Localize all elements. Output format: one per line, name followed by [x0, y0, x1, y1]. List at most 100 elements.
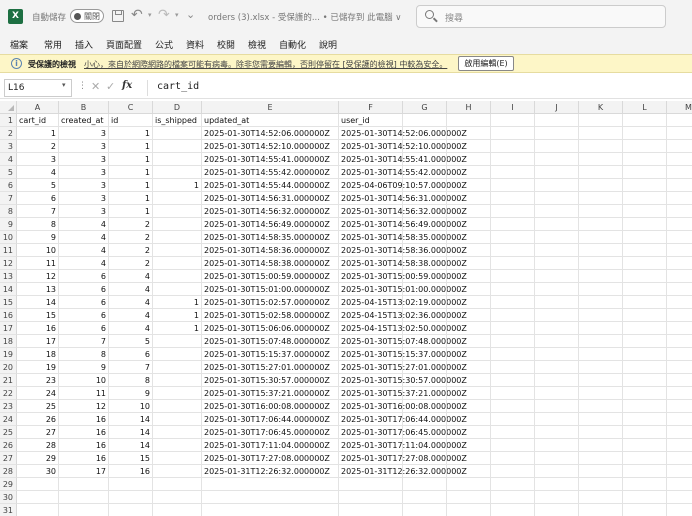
grid-cell[interactable] — [667, 270, 692, 283]
grid-cell[interactable] — [535, 296, 579, 309]
grid-cell[interactable] — [623, 283, 667, 296]
data-cell[interactable]: 2025-01-30T15:00:59.000000Z — [339, 270, 467, 283]
grid-cell[interactable] — [403, 153, 447, 166]
grid-cell[interactable] — [623, 114, 667, 127]
grid-cell[interactable] — [667, 114, 692, 127]
grid-cell[interactable] — [447, 218, 491, 231]
grid-cell[interactable] — [667, 413, 692, 426]
grid-cell[interactable] — [535, 140, 579, 153]
enable-editing-button[interactable]: 啟用編輯(E) — [458, 56, 514, 71]
data-cell[interactable]: 2025-01-30T17:06:44.000000Z — [202, 413, 339, 426]
data-cell[interactable]: 12 — [17, 270, 59, 283]
grid-cell[interactable] — [491, 322, 535, 335]
grid-cell[interactable] — [491, 231, 535, 244]
row-header[interactable]: 5 — [0, 166, 17, 179]
column-header[interactable]: M — [667, 101, 692, 114]
data-cell[interactable] — [153, 452, 202, 465]
data-cell[interactable]: 13 — [17, 283, 59, 296]
grid-cell[interactable] — [447, 478, 491, 491]
grid-cell[interactable] — [535, 348, 579, 361]
grid-cell[interactable] — [403, 374, 447, 387]
grid-cell[interactable] — [623, 205, 667, 218]
data-cell[interactable]: 17 — [17, 335, 59, 348]
grid-cell[interactable] — [491, 465, 535, 478]
grid-cell[interactable] — [667, 140, 692, 153]
row-header[interactable]: 13 — [0, 270, 17, 283]
data-cell[interactable]: 2025-01-30T17:06:45.000000Z — [339, 426, 467, 439]
grid-cell[interactable] — [623, 400, 667, 413]
grid-cell[interactable] — [17, 504, 59, 516]
grid-cell[interactable] — [667, 296, 692, 309]
data-cell[interactable]: 1 — [109, 166, 153, 179]
grid-cell[interactable] — [579, 348, 623, 361]
grid-cell[interactable] — [579, 491, 623, 504]
grid-cell[interactable] — [491, 335, 535, 348]
grid-cell[interactable] — [535, 114, 579, 127]
insert-function-icon[interactable]: fx — [122, 80, 132, 91]
data-cell[interactable]: 9 — [109, 387, 153, 400]
data-cell[interactable]: 4 — [17, 166, 59, 179]
grid-cell[interactable] — [491, 374, 535, 387]
data-cell[interactable]: 1 — [153, 309, 202, 322]
grid-cell[interactable] — [491, 296, 535, 309]
data-cell[interactable]: 7 — [109, 361, 153, 374]
grid-cell[interactable] — [403, 114, 447, 127]
grid-cell[interactable] — [403, 283, 447, 296]
data-cell[interactable] — [153, 166, 202, 179]
grid-cell[interactable] — [579, 504, 623, 516]
grid-cell[interactable] — [579, 153, 623, 166]
grid-cell[interactable] — [623, 491, 667, 504]
data-cell[interactable]: 3 — [59, 153, 109, 166]
data-cell[interactable] — [153, 348, 202, 361]
data-cell[interactable]: 4 — [109, 270, 153, 283]
data-cell[interactable] — [153, 140, 202, 153]
row-header[interactable]: 15 — [0, 296, 17, 309]
grid-cell[interactable] — [447, 335, 491, 348]
data-cell[interactable]: 8 — [17, 218, 59, 231]
grid-cell[interactable] — [403, 465, 447, 478]
data-cell[interactable] — [153, 244, 202, 257]
undo-dropdown-icon[interactable]: ▾ — [148, 11, 152, 19]
data-cell[interactable] — [153, 400, 202, 413]
data-cell[interactable]: 4 — [109, 296, 153, 309]
row-header[interactable]: 19 — [0, 348, 17, 361]
grid-cell[interactable] — [579, 283, 623, 296]
data-cell[interactable]: 2025-01-31T12:26:32.000000Z — [339, 465, 467, 478]
data-cell[interactable]: 29 — [17, 452, 59, 465]
data-cell[interactable]: 2025-01-30T14:52:06.000000Z — [339, 127, 467, 140]
grid-cell[interactable] — [667, 244, 692, 257]
data-cell[interactable]: 2025-04-15T13:02:50.000000Z — [339, 322, 467, 335]
grid-cell[interactable] — [491, 504, 535, 516]
data-cell[interactable]: 2025-01-30T14:55:44.000000Z — [202, 179, 339, 192]
data-cell[interactable]: 2025-01-30T14:52:10.000000Z — [202, 140, 339, 153]
column-header[interactable]: I — [491, 101, 535, 114]
grid-cell[interactable] — [403, 179, 447, 192]
column-header[interactable]: J — [535, 101, 579, 114]
document-title[interactable]: orders (3).xlsx - 受保護的... • 已儲存到 此電腦 ∨ — [208, 11, 402, 23]
data-cell[interactable] — [153, 387, 202, 400]
data-cell[interactable]: 2025-01-30T15:15:37.000000Z — [339, 348, 467, 361]
tab-file[interactable]: 檔案 — [10, 38, 28, 51]
data-cell[interactable]: 2 — [109, 244, 153, 257]
grid-cell[interactable] — [491, 361, 535, 374]
data-cell[interactable]: 4 — [59, 257, 109, 270]
data-cell[interactable] — [153, 257, 202, 270]
data-cell[interactable]: 5 — [17, 179, 59, 192]
grid-cell[interactable] — [491, 478, 535, 491]
data-cell[interactable]: 12 — [59, 400, 109, 413]
grid-cell[interactable] — [447, 322, 491, 335]
grid-cell[interactable] — [579, 322, 623, 335]
grid-cell[interactable] — [447, 127, 491, 140]
row-header[interactable]: 2 — [0, 127, 17, 140]
data-cell[interactable]: 2025-01-30T17:11:04.000000Z — [339, 439, 467, 452]
grid-cell[interactable] — [403, 335, 447, 348]
grid-cell[interactable] — [403, 322, 447, 335]
data-cell[interactable]: 16 — [17, 322, 59, 335]
grid-cell[interactable] — [623, 465, 667, 478]
tab-home[interactable]: 常用 — [44, 38, 62, 51]
data-cell[interactable]: 14 — [109, 426, 153, 439]
data-cell[interactable] — [153, 361, 202, 374]
data-cell[interactable] — [153, 439, 202, 452]
data-cell[interactable]: 2025-01-30T17:11:04.000000Z — [202, 439, 339, 452]
data-cell[interactable]: 2025-01-30T14:58:38.000000Z — [339, 257, 467, 270]
